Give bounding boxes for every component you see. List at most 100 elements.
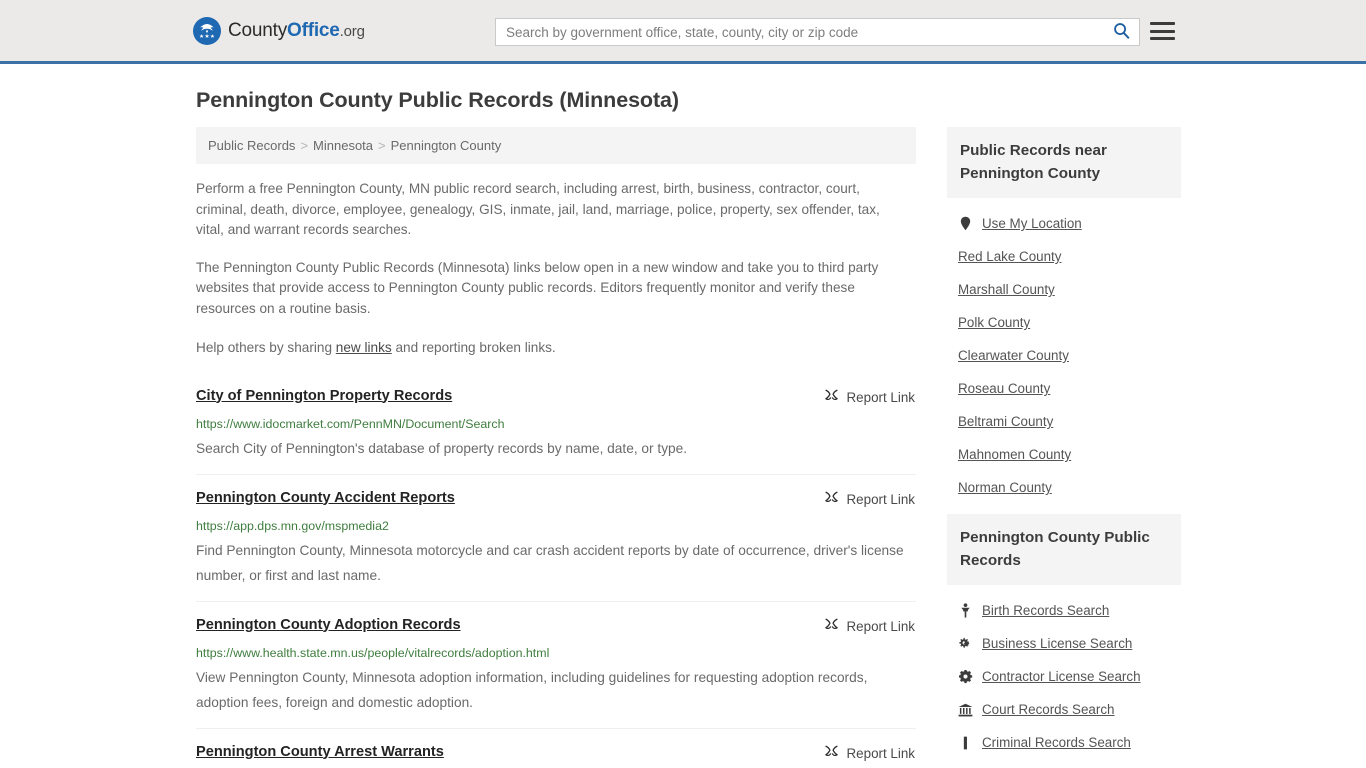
eagle-seal-logo-icon	[193, 17, 221, 45]
panel-county-records: Pennington County Public Records Birth R…	[947, 514, 1181, 759]
content-container: Pennington County Public Records (Minnes…	[188, 64, 1181, 768]
breadcrumb-item-minnesota[interactable]: Minnesota	[313, 138, 373, 153]
broken-link-icon	[824, 388, 839, 408]
record-title-link[interactable]: Pennington County Accident Reports	[196, 489, 455, 508]
intro-paragraph-share: Help others by sharing new links and rep…	[196, 338, 916, 359]
breadcrumb-item-public-records[interactable]: Public Records	[208, 138, 295, 153]
report-link-label: Report Link	[846, 492, 915, 507]
sidebar-item-label: Beltrami County	[958, 414, 1054, 429]
sidebar-item-use-my-location[interactable]: Use My Location	[947, 207, 1181, 240]
intro-paragraph-1: Perform a free Pennington County, MN pub…	[196, 181, 880, 237]
sidebar-item-red-lake-county[interactable]: Red Lake County	[947, 240, 1181, 273]
sidebar-item-birth-records-search[interactable]: Birth Records Search	[947, 594, 1181, 627]
courthouse-icon	[958, 703, 973, 717]
sidebar-item-clearwater-county[interactable]: Clearwater County	[947, 339, 1181, 372]
sidebar-item-label: Contractor License Search	[982, 669, 1141, 684]
record-description: Find Pennington County, Minnesota motorc…	[196, 542, 904, 583]
hamburger-menu-icon[interactable]	[1150, 20, 1175, 42]
record-description: Search City of Pennington's database of …	[196, 440, 688, 456]
new-links-link[interactable]: new links	[336, 340, 392, 355]
report-link-button[interactable]: Report Link	[824, 617, 915, 637]
sidebar-item-label: Birth Records Search	[982, 603, 1110, 618]
sidebar-item-label: Criminal Records Search	[982, 735, 1131, 750]
breadcrumb: Public Records > Minnesota > Pennington Coun…	[196, 127, 916, 164]
sidebar-item-norman-county[interactable]: Norman County	[947, 471, 1181, 504]
panel-nearby-heading: Public Records near Pennington County	[947, 127, 1181, 198]
broken-link-icon	[824, 617, 839, 637]
sidebar-item-label: Court Records Search	[982, 702, 1115, 717]
sidebar-item-label: Clearwater County	[958, 348, 1069, 363]
sidebar-item-roseau-county[interactable]: Roseau County	[947, 372, 1181, 405]
share-suffix: and reporting broken links.	[391, 340, 556, 355]
record-header: Pennington County Arrest Warrants Report…	[196, 743, 916, 764]
record-url: https://www.idocmarket.com/PennMN/Docume…	[196, 416, 505, 431]
site-logo-text: CountyOffice.org	[228, 20, 365, 42]
gear-icon	[958, 669, 973, 684]
search-input[interactable]	[496, 19, 1109, 45]
record-title-link[interactable]: City of Pennington Property Records	[196, 387, 452, 406]
sidebar-item-label: Business License Search	[982, 636, 1133, 651]
record-title-link[interactable]: Pennington County Arrest Warrants	[196, 743, 444, 762]
sidebar-item-label: Roseau County	[958, 381, 1051, 396]
record-description: View Pennington County, Minnesota adopti…	[196, 669, 868, 710]
columns: Public Records > Minnesota > Pennington Coun…	[196, 127, 1181, 768]
cogs-icon	[958, 637, 973, 651]
report-link-label: Report Link	[846, 746, 915, 761]
records-list: City of Pennington Property Records Repo…	[196, 383, 916, 768]
breadcrumb-separator: >	[300, 138, 309, 153]
record-item: Pennington County Accident Reports Repor…	[196, 473, 916, 601]
report-link-label: Report Link	[846, 619, 915, 634]
gavel-icon	[958, 736, 973, 750]
sidebar-item-label: Polk County	[958, 315, 1031, 330]
record-header: City of Pennington Property Records Repo…	[196, 387, 916, 408]
sidebar-item-label: Use My Location	[982, 216, 1082, 231]
broken-link-icon	[824, 490, 839, 510]
sidebar-item-contractor-license-search[interactable]: Contractor License Search	[947, 660, 1181, 693]
search-bar[interactable]	[495, 18, 1140, 46]
report-link-button[interactable]: Report Link	[824, 388, 915, 408]
record-header: Pennington County Accident Reports Repor…	[196, 489, 916, 510]
logo-text-county: County	[228, 20, 288, 41]
map-pin-icon	[958, 216, 973, 231]
intro-paragraph-2: The Pennington County Public Records (Mi…	[196, 259, 879, 316]
record-url: https://www.health.state.mn.us/people/vi…	[196, 645, 550, 660]
site-header: CountyOffice.org	[0, 0, 1366, 64]
logo-text-org: .org	[339, 23, 365, 40]
sidebar-item-label: Red Lake County	[958, 249, 1062, 264]
sidebar-item-marshall-county[interactable]: Marshall County	[947, 273, 1181, 306]
record-url: https://app.dps.mn.gov/mspmedia2	[196, 518, 389, 533]
record-item: City of Pennington Property Records Repo…	[196, 383, 916, 474]
panel-nearby-body: Use My Location Red Lake County Marshall…	[947, 198, 1181, 504]
report-link-button[interactable]: Report Link	[824, 744, 915, 764]
report-link-button[interactable]: Report Link	[824, 490, 915, 510]
sidebar-item-label: Norman County	[958, 480, 1052, 495]
page-body: Pennington County Public Records (Minnes…	[0, 64, 1366, 768]
record-header: Pennington County Adoption Records Repor…	[196, 616, 916, 637]
sidebar: Public Records near Pennington County Us…	[947, 127, 1181, 768]
search-button[interactable]	[1109, 19, 1139, 45]
sidebar-item-beltrami-county[interactable]: Beltrami County	[947, 405, 1181, 438]
sidebar-item-criminal-records-search[interactable]: Criminal Records Search	[947, 726, 1181, 759]
share-prefix: Help others by sharing	[196, 340, 336, 355]
panel-nearby-records: Public Records near Pennington County Us…	[947, 127, 1181, 504]
sidebar-item-polk-county[interactable]: Polk County	[947, 306, 1181, 339]
site-logo[interactable]: CountyOffice.org	[193, 17, 365, 45]
sidebar-item-label: Mahnomen County	[958, 447, 1072, 462]
breadcrumb-separator: >	[378, 138, 386, 153]
record-item: Pennington County Arrest Warrants Report…	[196, 727, 916, 768]
main-column: Public Records > Minnesota > Pennington Coun…	[196, 127, 916, 768]
report-link-label: Report Link	[846, 390, 915, 405]
sidebar-item-business-license-search[interactable]: Business License Search	[947, 627, 1181, 660]
sidebar-item-court-records-search[interactable]: Court Records Search	[947, 693, 1181, 726]
sidebar-item-mahnomen-county[interactable]: Mahnomen County	[947, 438, 1181, 471]
broken-link-icon	[824, 744, 839, 764]
header-inner: CountyOffice.org	[0, 0, 1366, 61]
record-item: Pennington County Adoption Records Repor…	[196, 600, 916, 728]
search-icon	[1113, 22, 1130, 42]
panel-county-records-body: Birth Records Search Business License Se…	[947, 585, 1181, 759]
sidebar-item-label: Marshall County	[958, 282, 1055, 297]
page-title: Pennington County Public Records (Minnes…	[196, 88, 679, 112]
logo-text-office: Office	[287, 20, 340, 41]
breadcrumb-item-pennington-county[interactable]: Pennington County	[391, 138, 502, 153]
record-title-link[interactable]: Pennington County Adoption Records	[196, 616, 461, 635]
